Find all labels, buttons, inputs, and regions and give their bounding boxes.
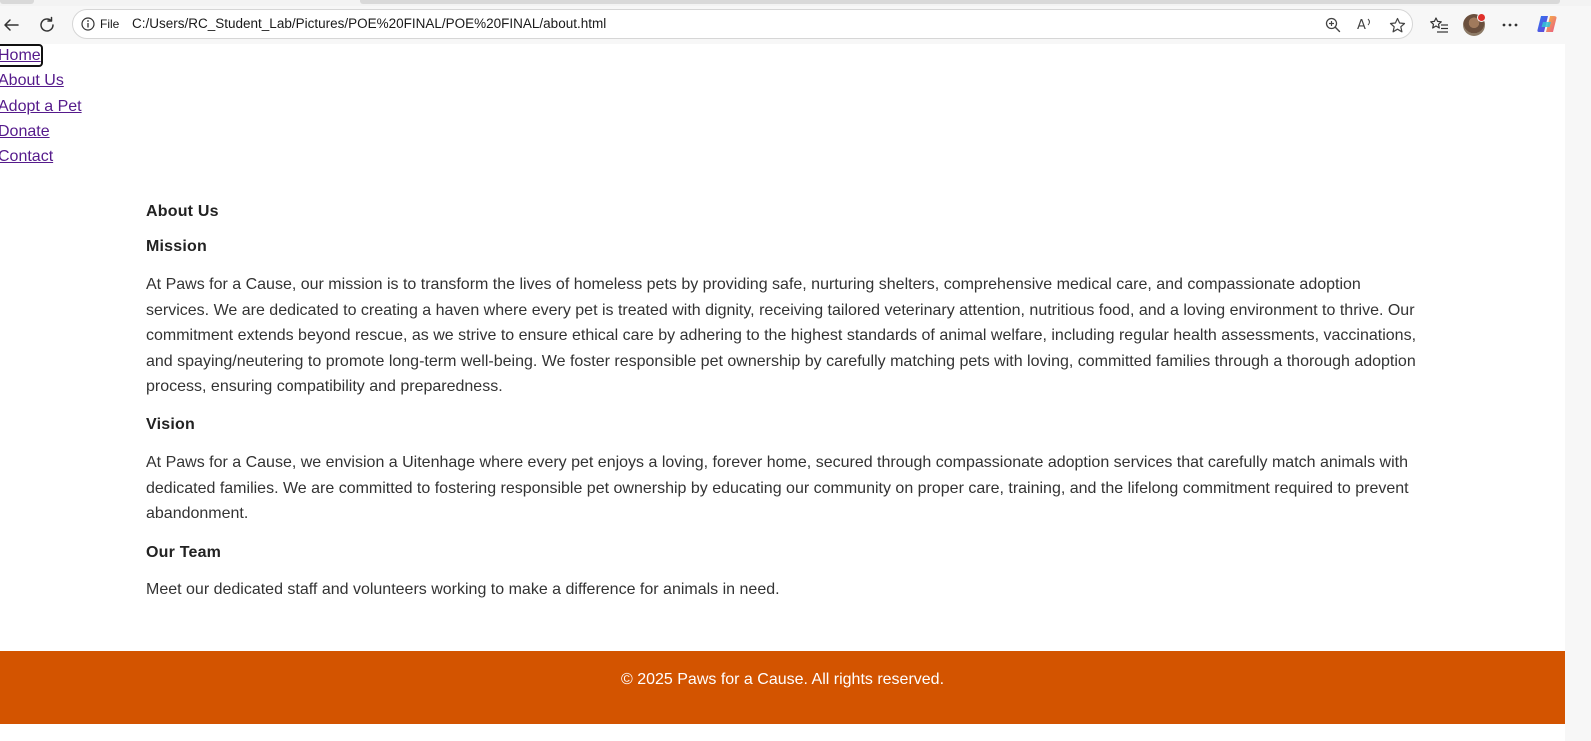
tab-sliver[interactable] [360,0,1560,4]
vision-heading: Vision [146,416,195,433]
favorite-star-icon [1389,17,1405,32]
nav-link-home[interactable]: Home [0,44,43,67]
site-footer: © 2025 Paws for a Cause. All rights rese… [0,651,1565,724]
team-text: Meet our dedicated staff and volunteers … [146,581,780,598]
address-bar[interactable]: File C:/Users/RC_Student_Lab/Pictures/PO… [72,9,1413,39]
more-menu-icon [1502,23,1518,27]
read-aloud-icon: A [1357,17,1366,33]
sound-wave-icon [1367,18,1370,26]
more-menu-button[interactable] [1495,10,1525,40]
site-navigation: Home About Us Adopt a Pet Donate Contact [0,44,84,172]
profile-avatar[interactable] [1463,13,1486,36]
page-viewport: Home About Us Adopt a Pet Donate Contact… [0,44,1565,741]
refresh-button[interactable] [32,10,62,40]
url-text[interactable]: C:/Users/RC_Student_Lab/Pictures/POE%20F… [132,16,606,32]
browser-toolbar: File C:/Users/RC_Student_Lab/Pictures/PO… [0,6,1591,44]
scheme-label: File [100,17,120,31]
page-scrollbar[interactable] [1565,44,1591,741]
info-icon[interactable] [81,17,95,31]
page-title: About Us [146,203,219,220]
zoom-icon [1325,17,1341,33]
tab-sliver[interactable] [0,0,34,4]
team-heading: Our Team [146,544,222,561]
mission-heading: Mission [146,238,207,255]
copilot-icon[interactable] [1536,13,1558,35]
notification-dot [1477,13,1486,22]
refresh-icon [40,16,54,32]
back-arrow-icon [4,19,19,31]
nav-link-donate[interactable]: Donate [0,122,50,141]
nav-link-adopt[interactable]: Adopt a Pet [0,97,82,116]
favorites-button[interactable] [1424,10,1454,40]
favorites-list-icon [1430,17,1448,33]
mission-text: At Paws for a Cause, our mission is to t… [146,276,1417,395]
nav-link-about[interactable]: About Us [0,71,64,90]
back-button[interactable] [0,10,26,40]
nav-link-contact[interactable]: Contact [0,147,53,166]
vision-text: At Paws for a Cause, we envision a Uiten… [146,454,1409,522]
copyright-text: © 2025 Paws for a Cause. All rights rese… [620,670,945,688]
zoom-button[interactable] [1324,16,1342,34]
read-aloud-button[interactable]: A [1356,16,1374,34]
favorite-button[interactable] [1388,16,1406,34]
